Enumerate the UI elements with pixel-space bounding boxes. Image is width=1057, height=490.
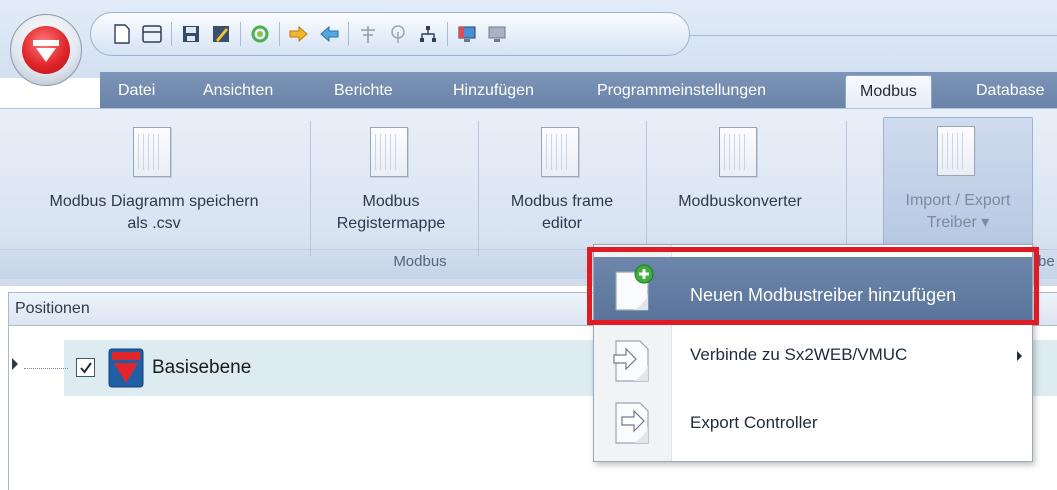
menu-item-label: Neuen Modbustreiber hinzufügen — [690, 285, 957, 305]
ribbon-separator — [478, 121, 479, 256]
button-label: Modbus Diagramm speichern — [49, 193, 259, 210]
menu-item-add-modbus-driver[interactable]: Neuen Modbustreiber hinzufügen — [594, 257, 1032, 323]
brand-logo-icon — [22, 26, 70, 74]
submenu-arrow-icon — [1017, 351, 1022, 361]
tab-ansichten[interactable]: Ansichten — [203, 77, 273, 107]
tab-programmeinstellungen[interactable]: Programmeinstellungen — [597, 77, 766, 107]
ribbon-separator — [310, 121, 311, 256]
refresh-icon[interactable] — [245, 19, 275, 49]
brand-logo-icon — [108, 348, 144, 388]
qat-separator — [279, 22, 280, 46]
connect-document-icon — [606, 335, 656, 387]
document-icon — [370, 127, 408, 177]
qat-separator — [240, 22, 241, 46]
ribbon-separator — [646, 121, 647, 256]
save-icon[interactable] — [176, 19, 206, 49]
menu-item-export-controller[interactable]: Export Controller — [594, 393, 1032, 457]
tab-modbus[interactable]: Modbus — [845, 75, 932, 109]
export-arrow-icon[interactable] — [314, 19, 344, 49]
menu-item-label: Verbinde zu Sx2WEB/VMUC — [690, 345, 908, 364]
button-label: Registermappe — [336, 215, 446, 232]
add-document-icon — [606, 264, 656, 316]
button-label: Modbus frame — [510, 193, 614, 210]
qat-separator — [171, 22, 172, 46]
application-menu-button[interactable] — [10, 14, 82, 86]
tab-berichte[interactable]: Berichte — [334, 77, 393, 107]
document-icon — [719, 127, 757, 177]
button-label: Treiber ▾ — [926, 214, 990, 231]
tab-hinzufuegen[interactable]: Hinzufügen — [453, 77, 534, 107]
tree-expand-icon[interactable] — [12, 358, 18, 370]
node-checkbox[interactable] — [76, 358, 95, 377]
tree-connector-line — [24, 368, 68, 369]
tree-node-label[interactable]: Basisebene — [152, 357, 251, 379]
document-icon — [541, 127, 579, 177]
panel-title: Positionen — [15, 300, 90, 317]
import-export-dropdown-menu: Neuen Modbustreiber hinzufügen Verbinde … — [593, 244, 1033, 462]
button-label: Modbuskonverter — [678, 193, 802, 210]
menu-item-label: Export Controller — [690, 413, 818, 432]
frame-editor-button[interactable]: Modbus frame editor — [482, 119, 642, 235]
export-document-icon — [606, 397, 656, 449]
document-icon — [133, 127, 171, 177]
ribbon-group-label-right: be — [1038, 253, 1055, 270]
button-label: Import / Export — [905, 192, 1011, 209]
save-diagram-csv-button[interactable]: Modbus Diagramm speichern als .csv — [4, 119, 304, 235]
ribbon-separator — [846, 121, 847, 256]
button-label: Modbus — [362, 193, 420, 210]
new-document-icon[interactable] — [107, 19, 137, 49]
wireless-icon[interactable] — [383, 19, 413, 49]
menu-item-connect-sx2web[interactable]: Verbinde zu Sx2WEB/VMUC — [594, 329, 1032, 393]
display-icon[interactable] — [482, 19, 512, 49]
print-icon[interactable] — [137, 19, 167, 49]
import-arrow-icon[interactable] — [284, 19, 314, 49]
tab-database[interactable]: Database — [976, 77, 1045, 107]
import-export-driver-button[interactable]: Import / Export Treiber ▾ — [883, 117, 1033, 247]
modbus-converter-button[interactable]: Modbuskonverter — [650, 119, 830, 213]
tab-datei[interactable]: Datei — [118, 77, 155, 107]
monitor-icon[interactable] — [452, 19, 482, 49]
document-icon — [937, 126, 975, 176]
edit-icon[interactable] — [206, 19, 236, 49]
quick-access-toolbar — [90, 12, 690, 56]
button-label: als .csv — [127, 215, 181, 232]
qat-divider — [690, 35, 1057, 36]
register-map-button[interactable]: Modbus Registermappe — [316, 119, 466, 235]
qat-separator — [348, 22, 349, 46]
button-label: editor — [541, 215, 583, 232]
checkmark-icon — [79, 361, 92, 374]
antenna-icon[interactable] — [353, 19, 383, 49]
network-icon[interactable] — [413, 19, 443, 49]
qat-separator — [447, 22, 448, 46]
ribbon-tabs: Datei Ansichten Berichte Hinzufügen Prog… — [0, 72, 1057, 109]
